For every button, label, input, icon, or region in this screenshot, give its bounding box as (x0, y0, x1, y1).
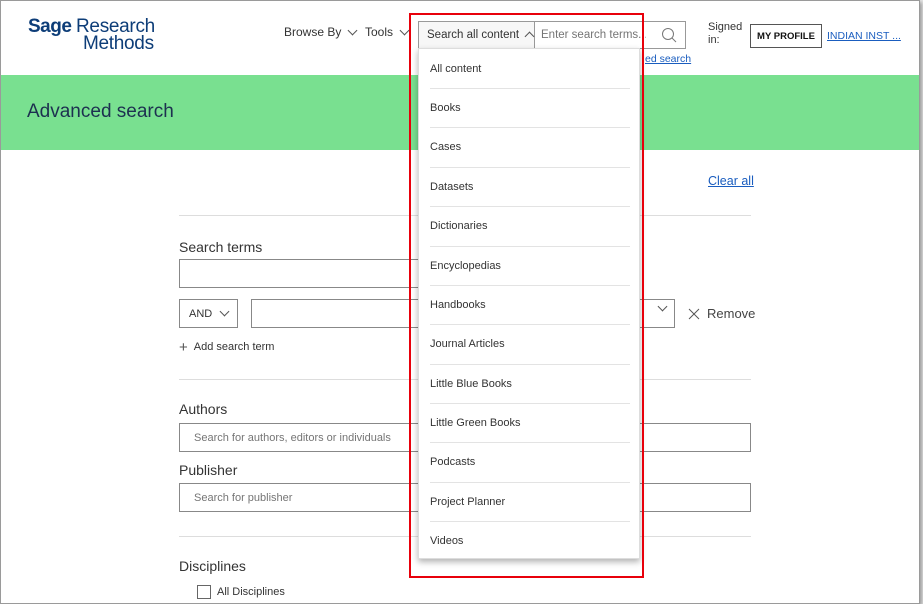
dropdown-divider (430, 521, 630, 522)
dropdown-item-journal-articles[interactable]: Journal Articles (430, 338, 630, 350)
header-search-bar: Search all content (418, 21, 686, 49)
dropdown-item-all-content[interactable]: All content (430, 63, 630, 75)
operator-value: AND (189, 307, 213, 320)
my-profile-button[interactable]: MY PROFILE (750, 24, 822, 48)
search-terms-label: Search terms (179, 239, 263, 255)
nav-tools-label: Tools (365, 25, 394, 39)
chevron-down-icon (399, 25, 410, 35)
search-scope-select[interactable]: Search all content (419, 22, 535, 48)
dropdown-divider (430, 442, 630, 443)
logo-sage-text: Sage (28, 16, 72, 37)
dropdown-item-encyclopedias[interactable]: Encyclopedias (430, 260, 630, 272)
dropdown-divider (430, 403, 630, 404)
plus-icon: + (179, 338, 188, 356)
dropdown-item-little-blue-books[interactable]: Little Blue Books (430, 378, 630, 390)
authors-label: Authors (179, 401, 228, 417)
dropdown-divider (430, 324, 630, 325)
search-term-input[interactable] (180, 260, 418, 287)
dropdown-item-dictionaries[interactable]: Dictionaries (430, 220, 630, 232)
nav-browse-by-label: Browse By (284, 25, 342, 39)
nav-browse-by[interactable]: Browse By (284, 25, 358, 39)
remove-label: Remove (707, 306, 756, 321)
all-disciplines-label: All Disciplines (217, 586, 285, 598)
dropdown-item-little-green-books[interactable]: Little Green Books (430, 417, 630, 429)
dropdown-divider (430, 285, 630, 286)
all-disciplines-checkbox[interactable] (197, 585, 211, 599)
dropdown-divider (430, 364, 630, 365)
dropdown-item-podcasts[interactable]: Podcasts (430, 456, 630, 468)
dropdown-item-datasets[interactable]: Datasets (430, 181, 630, 193)
dropdown-divider (430, 246, 630, 247)
search-input[interactable] (536, 22, 646, 48)
chevron-down-icon (219, 306, 230, 317)
page-title: Advanced search (27, 101, 174, 122)
dropdown-divider (430, 482, 630, 483)
remove-term-button[interactable]: Remove (688, 306, 755, 321)
search-term-field[interactable] (179, 259, 419, 288)
clear-all-link[interactable]: Clear all (708, 174, 754, 188)
browser-window: Sage Research Methods Browse By Tools Se… (0, 0, 920, 604)
close-icon (688, 308, 700, 319)
dropdown-item-cases[interactable]: Cases (430, 141, 630, 153)
dropdown-divider (430, 127, 630, 128)
all-disciplines-option[interactable]: All Disciplines (197, 585, 285, 599)
chevron-down-icon (347, 25, 358, 35)
dropdown-divider (430, 88, 630, 89)
dropdown-item-handbooks[interactable]: Handbooks (430, 299, 630, 311)
publisher-label: Publisher (179, 462, 238, 478)
advanced-search-link[interactable]: ed search (645, 53, 691, 65)
dropdown-divider (430, 206, 630, 207)
add-search-term-button[interactable]: + Add search term (179, 338, 275, 356)
institution-link[interactable]: INDIAN INST ... (827, 30, 901, 42)
search-scope-label: Search all content (427, 29, 520, 41)
dropdown-divider (430, 167, 630, 168)
disciplines-label: Disciplines (179, 558, 246, 574)
boolean-operator-select[interactable]: AND (179, 299, 238, 328)
add-search-term-label: Add search term (193, 341, 275, 353)
search-icon[interactable] (661, 27, 677, 43)
dropdown-item-videos[interactable]: Videos (430, 535, 630, 547)
logo-methods-text: Methods (83, 33, 154, 54)
dropdown-item-project-planner[interactable]: Project Planner (430, 496, 630, 508)
sage-research-methods-logo[interactable]: Sage Research Methods (28, 16, 155, 56)
nav-tools[interactable]: Tools (365, 25, 410, 39)
signed-in-label: Signed in: (708, 21, 743, 46)
content-type-dropdown: All content Books Cases Datasets Diction… (418, 48, 640, 559)
dropdown-item-books[interactable]: Books (430, 102, 630, 114)
chevron-up-icon (524, 31, 535, 42)
